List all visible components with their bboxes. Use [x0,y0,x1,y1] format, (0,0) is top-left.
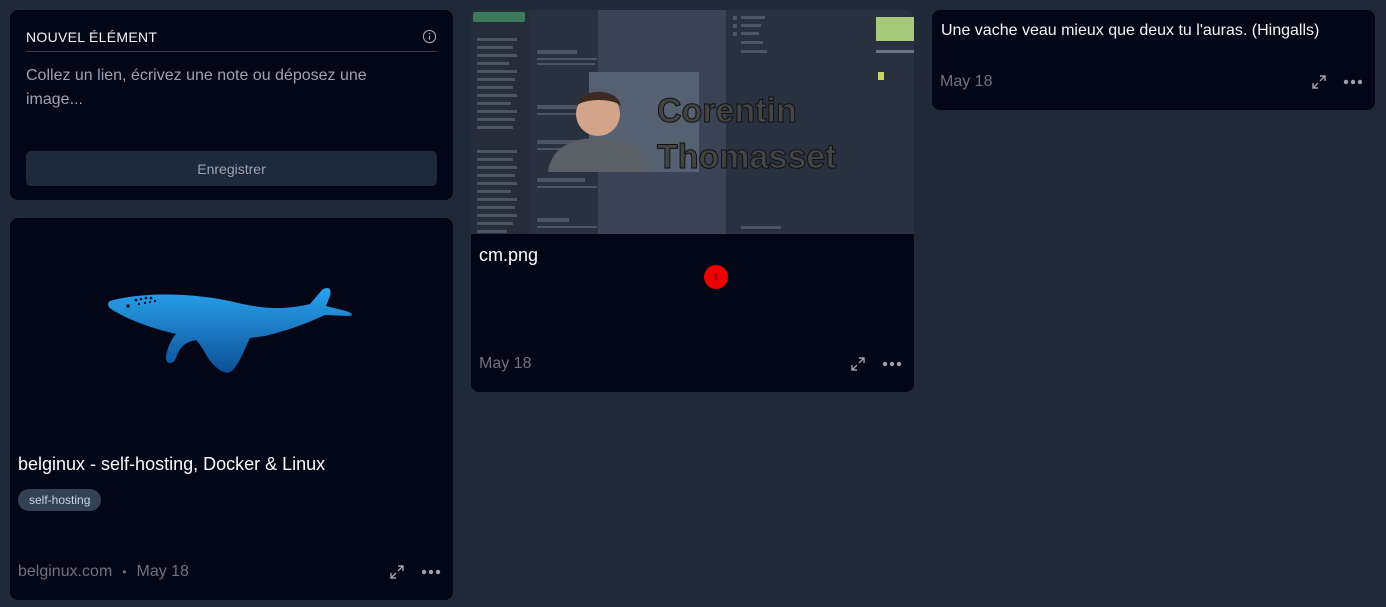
image-actions [850,356,902,372]
note-card-footer: May 18 [940,68,1363,96]
note-actions [1311,74,1363,90]
image-title[interactable]: cm.png [479,245,538,266]
overlay-text-line1: Corentin [657,92,797,130]
expand-icon[interactable] [1311,74,1327,90]
expand-icon[interactable] [850,356,866,372]
new-item-title: NOUVEL ÉLÉMENT [26,28,158,45]
overlay-text-line2: Thomasset [657,138,837,176]
link-date: May 18 [136,563,189,580]
screenshot-thumbnail: Corentin Thomasset [471,10,914,234]
more-icon[interactable] [421,569,441,575]
new-item-header: NOUVEL ÉLÉMENT [26,26,437,52]
note-text[interactable]: Une vache veau mieux que deux tu l'auras… [941,22,1319,40]
new-item-input[interactable]: Collez un lien, écrivez une note ou dépo… [26,64,406,136]
whale-logo [108,288,352,373]
more-icon[interactable] [1343,79,1363,85]
note-date: May 18 [940,73,993,90]
link-domain[interactable]: belginux.com [18,563,112,581]
link-card-footer: belginux.com • May 18 [18,558,441,586]
info-icon[interactable] [422,29,437,44]
meta-separator: • [122,565,127,579]
tag-self-hosting[interactable]: self-hosting [18,489,102,511]
more-icon[interactable] [882,361,902,367]
image-date: May 18 [479,355,532,372]
notification-badge: 1 [704,265,728,289]
image-meta: May 18 [479,355,531,373]
note-meta: May 18 [940,73,992,91]
link-actions [389,564,441,580]
save-button[interactable]: Enregistrer [26,151,437,186]
new-item-card: NOUVEL ÉLÉMENT Collez un lien, écrivez u… [10,10,453,200]
expand-icon[interactable] [389,564,405,580]
image-card-footer: May 18 [479,350,902,378]
image-preview[interactable]: Corentin Thomasset [471,10,914,234]
image-card[interactable]: Corentin Thomasset cm.png 1 May 18 [471,10,914,392]
note-card[interactable]: Une vache veau mieux que deux tu l'auras… [932,10,1375,110]
link-meta: belginux.com • May 18 [18,563,189,581]
link-title[interactable]: belginux - self-hosting, Docker & Linux [18,454,325,475]
link-card[interactable]: belginux - self-hosting, Docker & Linux … [10,218,453,600]
